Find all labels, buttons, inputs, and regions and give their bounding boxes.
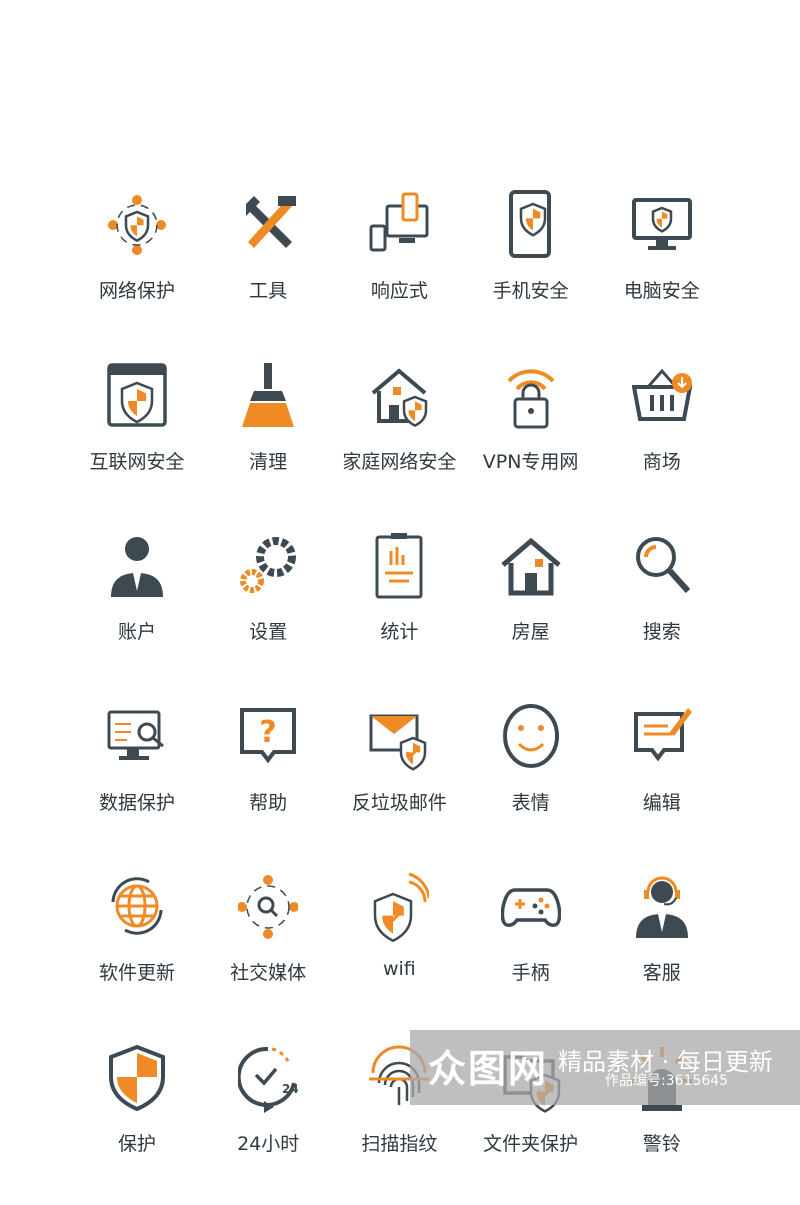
- broom-icon: [242, 362, 295, 427]
- icon-tile-edit-bubble: 编辑: [592, 702, 732, 852]
- edit-bubble-icon: [633, 707, 692, 761]
- icon-tile-globe-refresh: 软件更新: [67, 872, 207, 1022]
- network-shield-icon: [108, 195, 166, 255]
- mail-shield-icon: [369, 714, 427, 771]
- browser-shield-icon: [107, 362, 167, 427]
- tools-icon: [246, 196, 297, 248]
- headset-agent-icon: [635, 876, 688, 938]
- icon-tile-headset-agent: 客服: [592, 872, 732, 1022]
- icon-tile-vpn-lock: VPN专用网: [461, 361, 601, 511]
- icon-tile-wifi-shield: wifi: [329, 872, 469, 1022]
- icon-tile-basket: 商场: [592, 361, 732, 511]
- monitor-search-icon: [107, 710, 164, 760]
- icon-tile-mail-shield: 反垃圾邮件: [329, 702, 469, 852]
- magnifier-icon: [635, 537, 691, 594]
- gears-icon: [240, 537, 297, 593]
- wifi-shield-icon: [374, 872, 430, 942]
- shield-icon: [109, 1044, 165, 1111]
- svg-text:?: ?: [259, 715, 276, 750]
- watermark-logo: 众图网: [428, 1047, 549, 1091]
- phone-shield-icon: [508, 190, 551, 258]
- help-bubble-icon: ?: [240, 707, 297, 763]
- icon-tile-house: 房屋: [461, 531, 601, 681]
- gamepad-icon: [500, 888, 561, 927]
- icon-tile-gears: 设置: [198, 531, 338, 681]
- icon-label: 商场: [642, 450, 681, 473]
- icon-tile-shield: 保护: [67, 1043, 207, 1193]
- globe-refresh-icon: [111, 877, 163, 935]
- icon-tile-magnifier: 搜索: [592, 531, 732, 681]
- icon-tile-broom: 清理: [198, 361, 338, 511]
- svg-text:24H: 24H: [282, 1082, 298, 1096]
- icon-tile-monitor-shield: 电脑安全: [592, 190, 732, 340]
- user-icon: [111, 537, 163, 597]
- icon-label: 编辑: [642, 791, 681, 814]
- icon-tile-phone-shield: 手机安全: [461, 190, 601, 340]
- icon-tile-social-search: 社交媒体: [198, 872, 338, 1022]
- icon-label: 警铃: [642, 1132, 681, 1155]
- icon-tile-monitor-search: 数据保护: [67, 702, 207, 852]
- icon-label: 客服: [642, 962, 681, 984]
- icon-label: 搜索: [642, 621, 681, 643]
- house-icon: [500, 537, 561, 596]
- icon-tile-clipboard-chart: 统计: [329, 531, 469, 681]
- watermark: 众图网 精品素材 · 每日更新 作品编号:3615645: [410, 1030, 800, 1105]
- watermark-code: 作品编号:3615645: [605, 1073, 729, 1089]
- icon-tile-network-shield: 网络保护: [67, 190, 207, 340]
- icon-tile-responsive-devices: 响应式: [329, 190, 469, 340]
- icon-tile-gamepad: 手柄: [461, 872, 601, 1022]
- clock-24h-icon: 24H: [238, 1046, 298, 1113]
- icon-tile-user: 账户: [67, 531, 207, 681]
- icon-label: 电脑安全: [623, 280, 700, 302]
- smiley-icon: [502, 703, 559, 768]
- icon-tile-browser-shield: 互联网安全: [67, 361, 207, 511]
- icon-tile-help-bubble: ? 帮助: [198, 702, 338, 852]
- monitor-shield-icon: [631, 198, 692, 250]
- icon-tile-clock-24h: 24H24小时: [198, 1043, 338, 1193]
- responsive-devices-icon: [369, 192, 429, 252]
- social-search-icon: [238, 875, 299, 939]
- home-shield-icon: [372, 367, 428, 427]
- icon-tile-smiley: 表情: [461, 702, 601, 852]
- icon-tile-home-shield: 家庭网络安全: [329, 361, 469, 511]
- vpn-lock-icon: [507, 368, 555, 428]
- clipboard-chart-icon: [375, 533, 423, 599]
- icon-tile-tools: 工具: [198, 190, 338, 340]
- basket-icon: [631, 368, 692, 421]
